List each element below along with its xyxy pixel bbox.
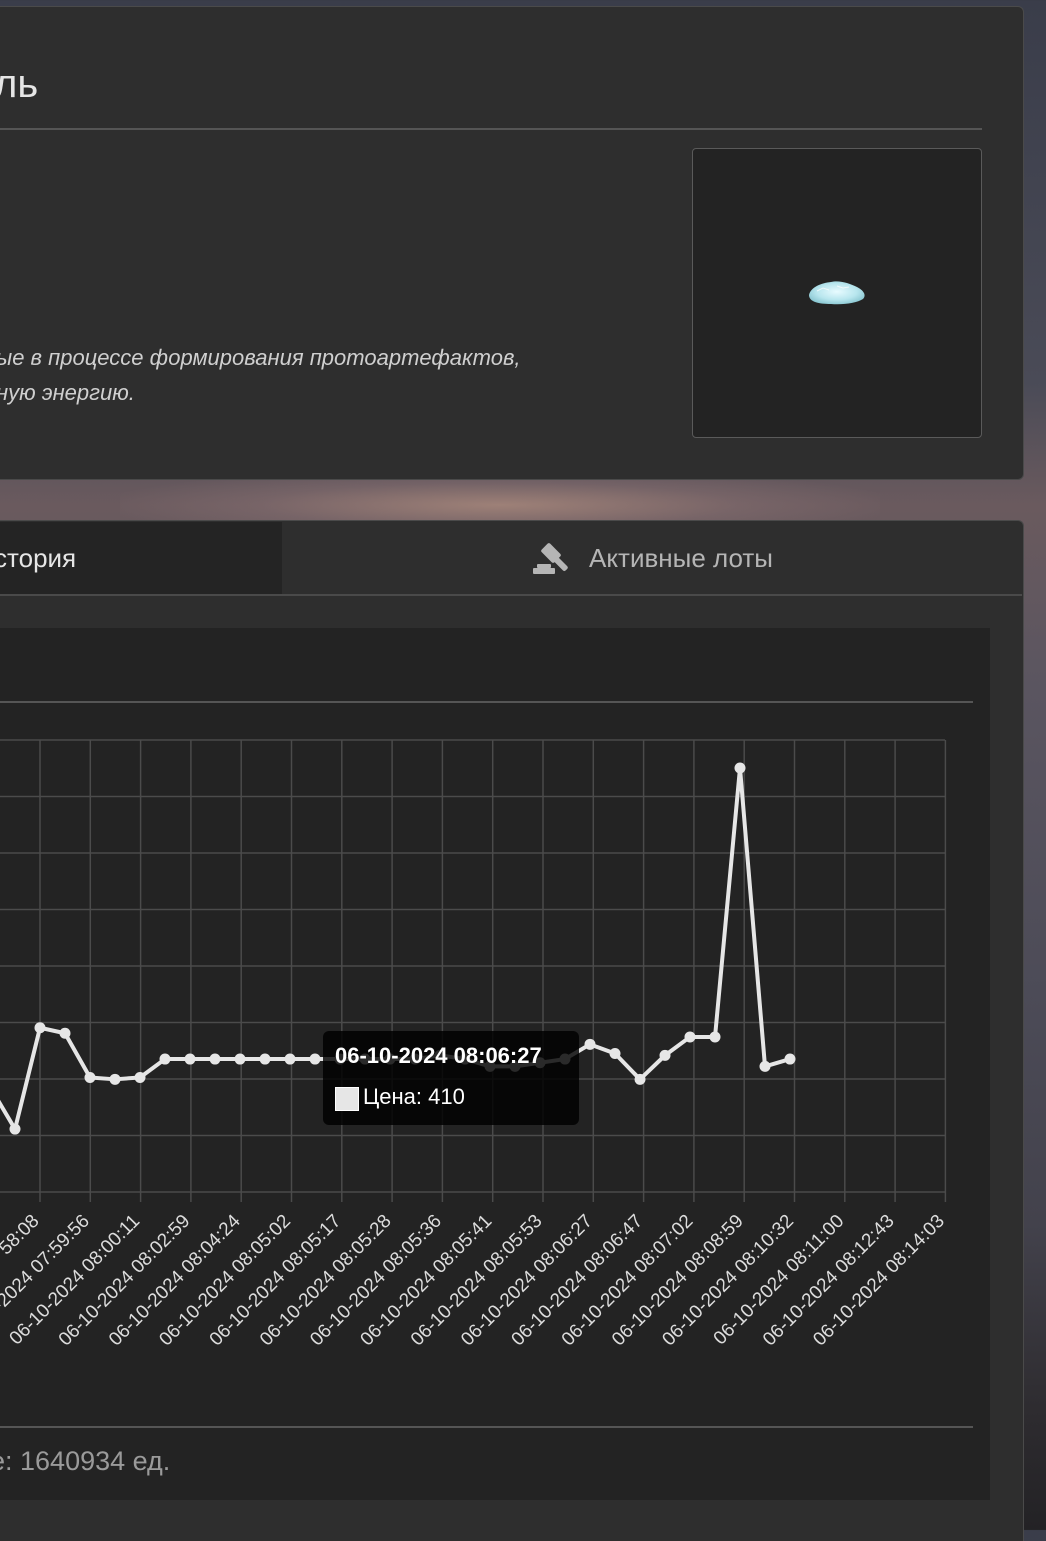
price-data-point[interactable]: [684, 1031, 696, 1043]
price-data-point[interactable]: [84, 1071, 96, 1083]
price-data-point[interactable]: [159, 1053, 171, 1065]
tabs-divider: [0, 594, 1022, 596]
tab-active-lots[interactable]: Активные лоты: [282, 522, 1022, 594]
tab-active-lots-label: Активные лоты: [589, 542, 773, 573]
price-data-point[interactable]: [59, 1027, 71, 1039]
chart-footer-divider: [0, 1426, 973, 1428]
price-data-point[interactable]: [209, 1053, 221, 1065]
price-data-point[interactable]: [184, 1053, 196, 1065]
price-data-point[interactable]: [309, 1053, 321, 1065]
tab-history-label: стория: [0, 542, 77, 573]
total-volume-text: е: 1640934 ед.: [0, 1446, 170, 1477]
price-data-point[interactable]: [34, 1022, 46, 1034]
total-volume-value: е: 1640934 ед.: [0, 1446, 171, 1476]
price-data-point[interactable]: [734, 762, 746, 774]
price-data-point[interactable]: [109, 1073, 121, 1085]
price-data-point[interactable]: [234, 1053, 246, 1065]
price-data-point[interactable]: [284, 1053, 296, 1065]
price-data-point[interactable]: [609, 1048, 621, 1060]
price-data-point[interactable]: [709, 1031, 721, 1043]
price-data-point[interactable]: [134, 1071, 146, 1083]
chart-tooltip: 06-10-2024 08:06:27 Цена: 410: [323, 1031, 579, 1125]
tooltip-series-swatch: [335, 1087, 359, 1111]
tooltip-title: 06-10-2024 08:06:27: [335, 1043, 542, 1068]
item-image: [809, 281, 865, 305]
price-data-point[interactable]: [634, 1073, 646, 1085]
description-line-2: ную энергию.: [0, 380, 135, 405]
description-line-1: ые в процессе формирования протоартефакт…: [0, 345, 521, 370]
tab-history[interactable]: стория: [0, 522, 282, 594]
item-description: ые в процессе формирования протоартефакт…: [0, 340, 636, 410]
tooltip-value: Цена: 410: [363, 1084, 465, 1109]
chart-header-divider: [0, 701, 973, 703]
gavel-icon: [533, 543, 568, 574]
price-data-point[interactable]: [259, 1053, 271, 1065]
item-title: ль: [0, 62, 39, 106]
price-data-point[interactable]: [659, 1049, 671, 1061]
price-data-point[interactable]: [584, 1038, 596, 1050]
item-image-frame: [692, 148, 982, 438]
title-divider: [0, 128, 982, 130]
price-data-point[interactable]: [784, 1053, 796, 1065]
price-data-point[interactable]: [759, 1060, 771, 1072]
price-data-point[interactable]: [9, 1123, 21, 1135]
